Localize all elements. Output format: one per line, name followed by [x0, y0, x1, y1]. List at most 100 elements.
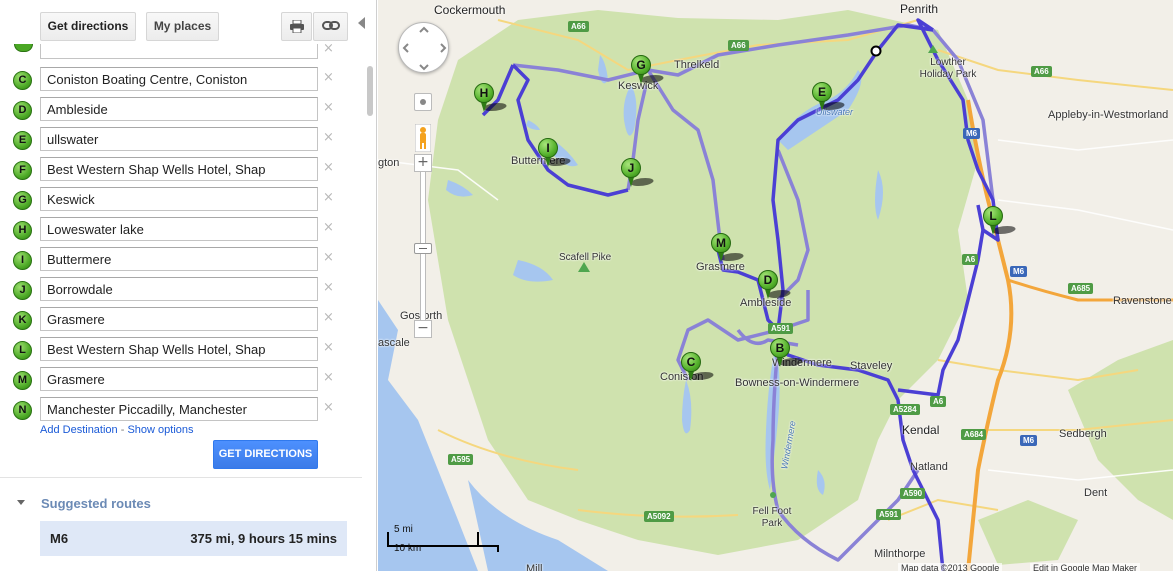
- stop-input[interactable]: [40, 367, 318, 391]
- zoom-out-button[interactable]: −: [414, 320, 432, 338]
- route-option[interactable]: M6 375 mi, 9 hours 15 mins: [40, 521, 347, 556]
- stop-input[interactable]: [40, 247, 318, 271]
- marker-e-icon: E: [13, 131, 32, 150]
- road-shield: A5284: [890, 404, 920, 415]
- map-marker-c[interactable]: C: [681, 352, 717, 382]
- map-marker-e[interactable]: E: [812, 82, 848, 112]
- link-icon: [321, 21, 340, 30]
- stop-input[interactable]: [40, 337, 318, 361]
- marker-j-icon: J: [13, 281, 32, 300]
- stop-row: D×: [0, 97, 360, 127]
- map-marker-d[interactable]: D: [758, 270, 794, 300]
- map-pin-icon: B: [770, 338, 790, 358]
- stop-row: F×: [0, 157, 360, 187]
- marker-f-icon: F: [13, 161, 32, 180]
- stop-input[interactable]: [40, 307, 318, 331]
- remove-stop-icon[interactable]: ×: [323, 130, 334, 145]
- place-label: Milnthorpe: [874, 548, 926, 560]
- stop-row: H×: [0, 217, 360, 247]
- stop-input[interactable]: [40, 127, 318, 151]
- place-label: Mill: [526, 563, 543, 571]
- remove-stop-icon[interactable]: ×: [323, 310, 334, 325]
- stop-input[interactable]: [40, 277, 318, 301]
- stop-row: J×: [0, 277, 360, 307]
- get-directions-button[interactable]: Get directions: [40, 12, 136, 41]
- zoom-in-button[interactable]: +: [414, 154, 432, 172]
- map-marker-h[interactable]: H: [474, 83, 510, 113]
- link-button[interactable]: [313, 12, 348, 41]
- stop-input[interactable]: [40, 67, 318, 91]
- add-destination-link[interactable]: Add Destination: [40, 424, 118, 436]
- map-pin-icon: D: [758, 270, 778, 290]
- map-pin-icon: J: [621, 158, 641, 178]
- map-marker-j[interactable]: J: [621, 158, 657, 188]
- place-label: Dent: [1084, 487, 1108, 499]
- marker-h-icon: H: [13, 221, 32, 240]
- map-pin-icon: M: [711, 233, 731, 253]
- remove-stop-icon[interactable]: ×: [323, 160, 334, 175]
- zoom-slider-handle[interactable]: [414, 243, 432, 254]
- remove-stop-icon[interactable]: ×: [323, 280, 334, 295]
- place-label: Bowness-on-Windermere: [735, 377, 860, 389]
- suggested-routes-heading: Suggested routes: [41, 496, 151, 511]
- scrollbar-thumb[interactable]: [367, 66, 373, 116]
- my-places-button[interactable]: My places: [146, 12, 219, 41]
- road-shield: A590: [900, 488, 926, 499]
- remove-stop-icon[interactable]: ×: [323, 400, 334, 415]
- marker-i-icon: I: [13, 251, 32, 270]
- stop-row: C×: [0, 67, 360, 97]
- stop-row: E×: [0, 127, 360, 157]
- get-directions-submit-button[interactable]: GET DIRECTIONS: [213, 440, 318, 469]
- road-shield: A591: [768, 323, 794, 334]
- print-button[interactable]: [281, 12, 312, 41]
- map-pin-icon: L: [983, 206, 1003, 226]
- printer-icon: [289, 19, 304, 34]
- pan-arrows-icon: [402, 26, 447, 71]
- stop-input[interactable]: [40, 217, 318, 241]
- remove-stop-icon[interactable]: ×: [323, 70, 334, 85]
- stop-input[interactable]: [40, 397, 318, 421]
- place-label: Ravenstone: [1113, 295, 1172, 307]
- map-marker-l[interactable]: L: [983, 206, 1019, 236]
- road-shield: M6: [1020, 435, 1038, 446]
- edit-in-map-maker-link[interactable]: Edit in Google Map Maker: [1030, 563, 1141, 571]
- street-view-pegman-icon[interactable]: [415, 124, 431, 152]
- road-shield: M6: [963, 128, 981, 139]
- stop-input[interactable]: [40, 157, 318, 181]
- map-marker-b[interactable]: B: [770, 338, 806, 368]
- show-options-link[interactable]: Show options: [127, 424, 193, 436]
- pan-control[interactable]: [398, 22, 449, 73]
- map-canvas[interactable]: Cockermouth Penrith Lowther Holiday Park…: [378, 0, 1173, 571]
- remove-icon[interactable]: ×: [323, 41, 334, 56]
- map-marker-m[interactable]: M: [711, 233, 747, 263]
- scale-miles: 5 mi: [394, 524, 413, 535]
- map-marker-g[interactable]: G: [631, 55, 667, 85]
- chevron-down-icon[interactable]: [17, 500, 25, 505]
- stop-row: M×: [0, 367, 360, 397]
- locate-icon: [420, 99, 426, 105]
- stop-input[interactable]: [40, 187, 318, 211]
- remove-stop-icon[interactable]: ×: [323, 100, 334, 115]
- marker-icon: [14, 44, 33, 52]
- remove-stop-icon[interactable]: ×: [323, 370, 334, 385]
- place-label: Kendal: [902, 423, 940, 437]
- marker-c-icon: C: [13, 71, 32, 90]
- remove-stop-icon[interactable]: ×: [323, 250, 334, 265]
- place-label: Appleby-in-Westmorland: [1048, 109, 1169, 121]
- remove-stop-icon[interactable]: ×: [323, 190, 334, 205]
- stop-row: L×: [0, 337, 360, 367]
- stop-input[interactable]: [40, 97, 318, 121]
- marker-k-icon: K: [13, 311, 32, 330]
- remove-stop-icon[interactable]: ×: [323, 340, 334, 355]
- map-marker-i[interactable]: I: [538, 138, 574, 168]
- place-label: gton: [378, 157, 400, 169]
- stop-row: I×: [0, 247, 360, 277]
- stop-row: G×: [0, 187, 360, 217]
- remove-stop-icon[interactable]: ×: [323, 220, 334, 235]
- map-pin-icon: C: [681, 352, 701, 372]
- road-shield: A591: [876, 509, 902, 520]
- stop-input-hidden: [40, 44, 318, 59]
- directions-panel: Get directions My places × C×D×E×F×G×H×I…: [0, 0, 377, 571]
- collapse-panel-icon[interactable]: [358, 17, 365, 29]
- locate-button[interactable]: [414, 93, 432, 111]
